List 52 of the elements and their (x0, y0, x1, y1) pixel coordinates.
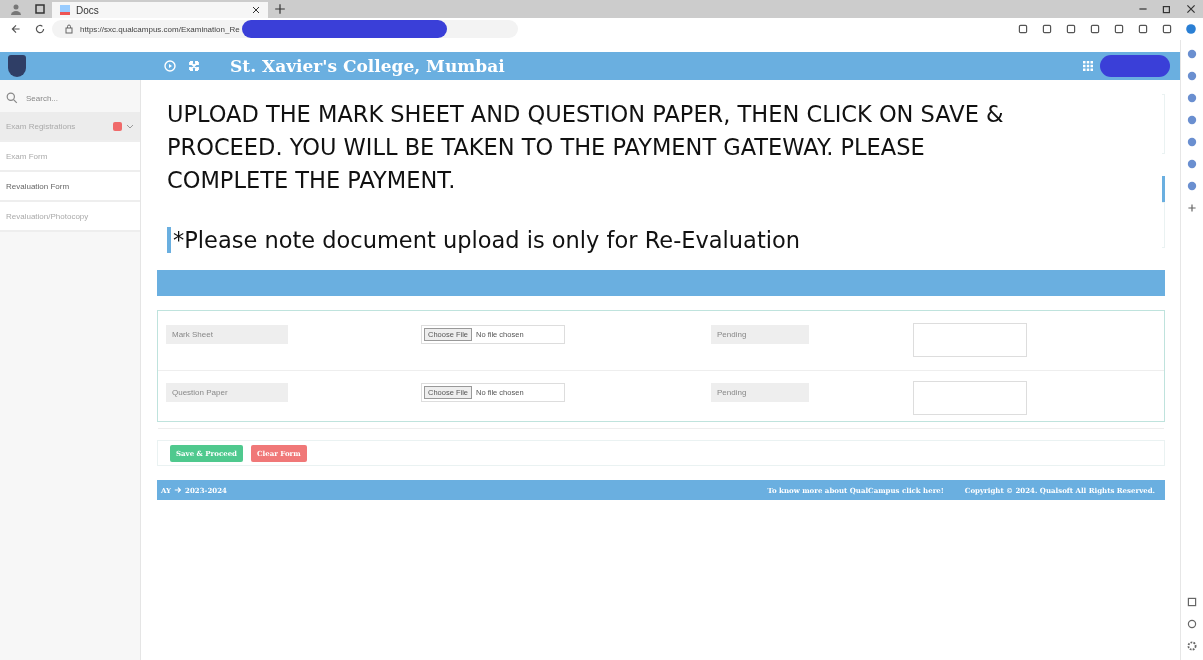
sidebar-app-icon[interactable] (1186, 114, 1198, 126)
sidebar-app-icon[interactable] (1186, 136, 1198, 148)
search-icon (6, 92, 18, 104)
copilot-icon[interactable] (1185, 23, 1197, 35)
toolbar-icon[interactable] (1113, 23, 1125, 35)
share-icon[interactable] (1186, 618, 1198, 630)
tab-title: Docs (76, 4, 100, 16)
college-logo (8, 55, 26, 77)
close-icon[interactable] (1185, 3, 1197, 15)
address-bar[interactable]: https://sxc.qualcampus.com/Examination_Re (52, 20, 518, 38)
sidebar-app-icon[interactable] (1186, 180, 1198, 192)
new-tab-icon[interactable] (274, 3, 286, 15)
redaction-mark (1100, 55, 1170, 77)
toolbar-icon[interactable] (1089, 23, 1101, 35)
chevron-icon (126, 122, 134, 130)
sidebar-item[interactable]: Exam Form (0, 142, 140, 172)
site-title: St. Xavier's College, Mumbai (230, 56, 505, 76)
document-name-field: Question Paper (166, 383, 288, 402)
restore-icon[interactable] (1161, 3, 1173, 15)
back-icon[interactable] (10, 23, 22, 35)
browser-tab[interactable]: Docs (52, 2, 268, 18)
instruction-text: UPLOAD THE MARK SHEET AND QUESTION PAPER, THEN CLICK ON SAVE & PROCEED. YOU WILL BE TAKEN TO THE PAYMENT GATEWAY. PLEASE COMPLETE THE PAYMENT. (167, 100, 1005, 195)
tab-actions-icon[interactable] (34, 3, 46, 15)
toolbar-icon[interactable] (1065, 23, 1077, 35)
page-icon (60, 5, 70, 15)
sidebar-item[interactable]: Exam Registrations (0, 112, 140, 142)
toolbar-icon[interactable] (1017, 23, 1029, 35)
sidebar-app-icon[interactable] (1186, 158, 1198, 170)
settings-icon[interactable] (1186, 640, 1198, 652)
add-icon[interactable] (1186, 202, 1198, 214)
remarks-field[interactable] (913, 323, 1027, 357)
note-text: *Please note document upload is only for Re-Evaluation (167, 227, 1152, 253)
arrow-icon (174, 486, 183, 494)
sidebar-app-icon[interactable] (1186, 70, 1198, 82)
profile-icon[interactable] (10, 3, 22, 15)
search-field[interactable]: Search... (24, 92, 118, 104)
close-icon[interactable] (252, 6, 260, 14)
sidebar-item[interactable]: Revaluation Form (0, 172, 140, 202)
sidebar-item[interactable]: Revaluation/Photocopy (0, 202, 140, 232)
toolbar-icon[interactable] (1161, 23, 1173, 35)
upload-status-field: Pending (711, 383, 809, 402)
toolbar-icon[interactable] (1041, 23, 1053, 35)
sidebar-app-icon[interactable] (1186, 48, 1198, 60)
reload-icon[interactable] (34, 23, 46, 35)
sidebar-app-icon[interactable] (1186, 92, 1198, 104)
document-name-field: Mark Sheet (166, 325, 288, 344)
upload-status-field: Pending (711, 325, 809, 344)
lock-icon (64, 24, 74, 34)
toolbar-icon[interactable] (1137, 23, 1149, 35)
badge-marker (113, 121, 122, 131)
panel-icon[interactable] (1186, 596, 1198, 608)
remarks-field[interactable] (913, 381, 1027, 415)
